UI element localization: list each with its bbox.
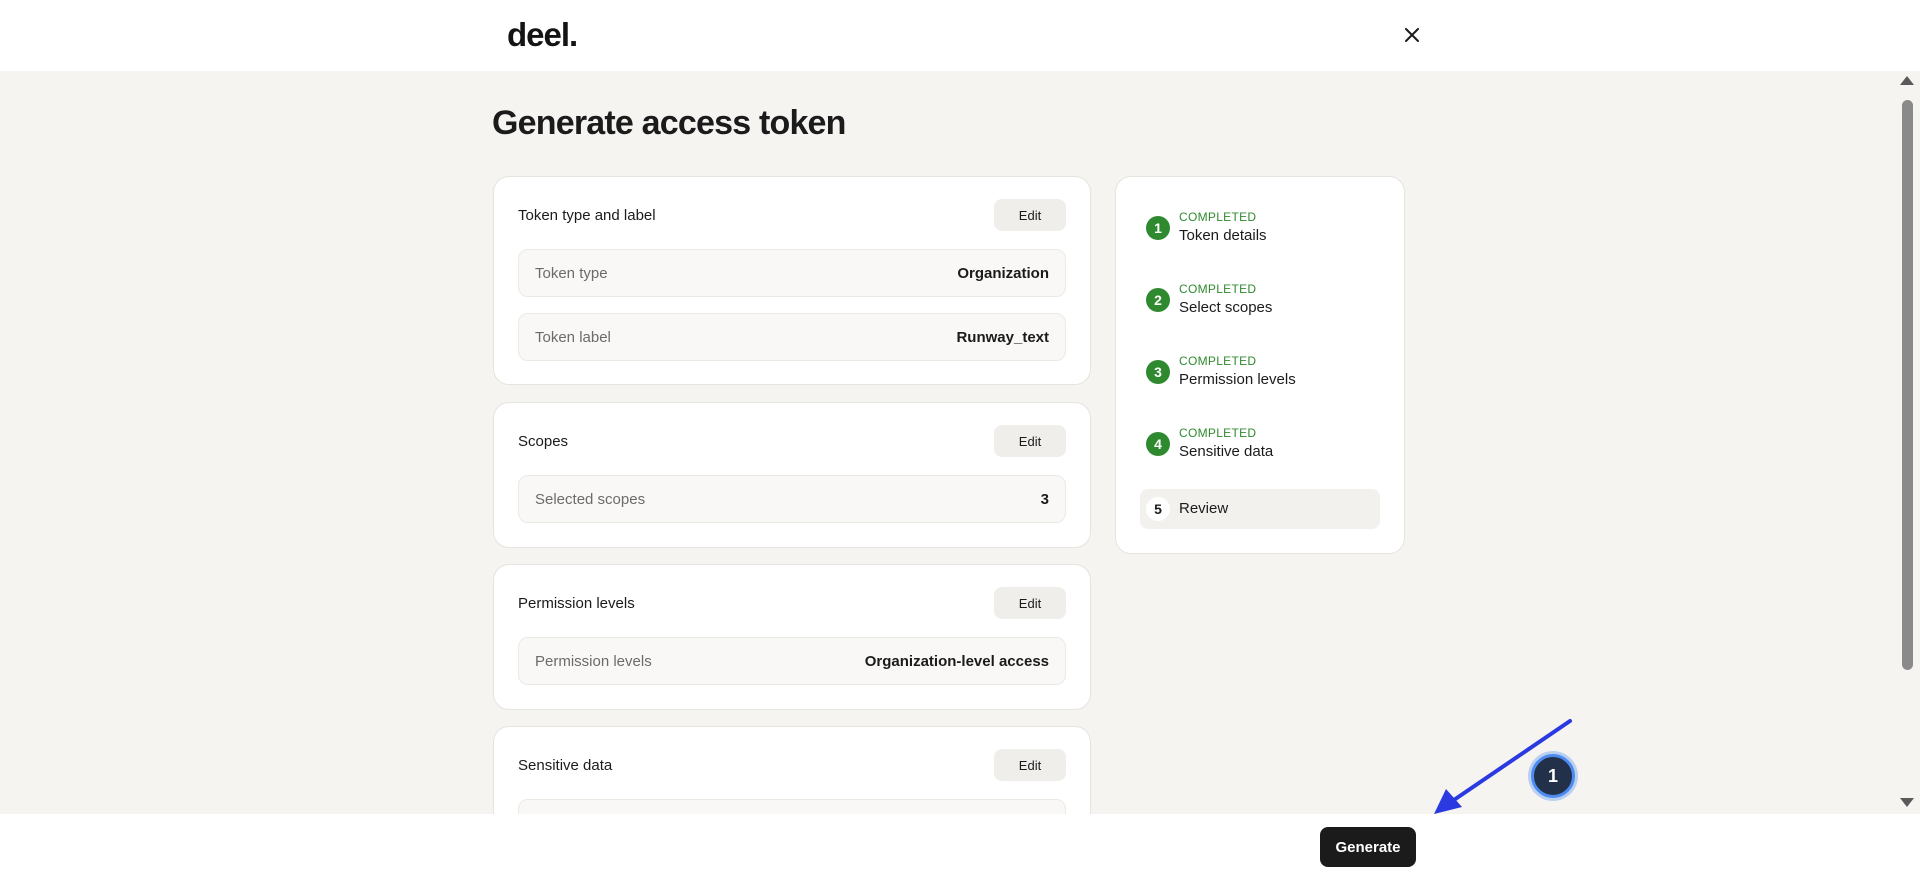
card-sensitive-data: Sensitive data Edit xyxy=(493,726,1091,814)
row-label: Selected scopes xyxy=(535,490,646,508)
annotation-badge: 1 xyxy=(1531,754,1575,798)
page-title: Generate access token xyxy=(492,104,846,142)
row-value: Organization-level access xyxy=(864,652,1049,670)
sensitive-data-row xyxy=(518,799,1066,814)
row-value: Runway_text xyxy=(956,328,1049,346)
card-header: Token type and label Edit xyxy=(518,199,1066,231)
step-number: 3 xyxy=(1146,359,1170,384)
progress-stepper: 1 COMPLETED Token details 2 COMPLETED Se… xyxy=(1115,176,1405,554)
card-header: Sensitive data Edit xyxy=(518,749,1066,781)
card-title: Permission levels xyxy=(518,594,635,612)
edit-token-button[interactable]: Edit xyxy=(994,199,1066,231)
card-title: Scopes xyxy=(518,432,569,450)
card-header: Scopes Edit xyxy=(518,425,1066,457)
top-bar: deel. xyxy=(0,0,1920,71)
step-status: COMPLETED xyxy=(1179,426,1257,440)
step-name: Permission levels xyxy=(1179,371,1296,388)
step-number: 2 xyxy=(1146,287,1170,312)
step-number: 1 xyxy=(1146,215,1170,240)
step-token-details[interactable]: 1 COMPLETED Token details xyxy=(1146,209,1267,246)
step-number: 4 xyxy=(1146,431,1170,456)
scroll-down-arrow-icon[interactable] xyxy=(1900,798,1914,807)
step-status: COMPLETED xyxy=(1179,282,1257,296)
step-status: COMPLETED xyxy=(1179,354,1257,368)
step-number: 5 xyxy=(1146,497,1170,521)
row-value: Organization xyxy=(957,264,1049,282)
step-status: COMPLETED xyxy=(1179,210,1257,224)
row-value: 3 xyxy=(1040,490,1049,508)
step-review[interactable]: 5 Review xyxy=(1140,489,1380,529)
generate-button[interactable]: Generate xyxy=(1320,827,1416,867)
edit-scopes-button[interactable]: Edit xyxy=(994,425,1066,457)
step-text: COMPLETED Select scopes xyxy=(1179,281,1272,318)
step-text: COMPLETED Permission levels xyxy=(1179,353,1296,390)
step-select-scopes[interactable]: 2 COMPLETED Select scopes xyxy=(1146,281,1272,318)
step-permission-levels[interactable]: 3 COMPLETED Permission levels xyxy=(1146,353,1296,390)
step-name: Review xyxy=(1179,500,1229,517)
step-sensitive-data[interactable]: 4 COMPLETED Sensitive data xyxy=(1146,425,1273,462)
step-name: Token details xyxy=(1179,227,1267,244)
deel-logo[interactable]: deel. xyxy=(507,16,578,54)
footer-bar xyxy=(0,814,1920,878)
card-title: Token type and label xyxy=(518,206,656,224)
scroll-up-arrow-icon[interactable] xyxy=(1900,76,1914,85)
close-icon xyxy=(1405,28,1419,42)
step-name: Sensitive data xyxy=(1179,443,1274,460)
card-title: Sensitive data xyxy=(518,756,613,774)
row-label: Permission levels xyxy=(535,652,652,670)
step-text: COMPLETED Sensitive data xyxy=(1179,425,1273,462)
permission-levels-row: Permission levels Organization-level acc… xyxy=(518,637,1066,685)
row-label: Token type xyxy=(535,264,608,282)
edit-sensitive-button[interactable]: Edit xyxy=(994,749,1066,781)
card-header: Permission levels Edit xyxy=(518,587,1066,619)
card-permission-levels: Permission levels Edit Permission levels… xyxy=(493,564,1091,710)
close-button[interactable] xyxy=(1398,21,1426,49)
card-scopes: Scopes Edit Selected scopes 3 xyxy=(493,402,1091,548)
step-name: Select scopes xyxy=(1179,299,1273,316)
step-text: COMPLETED Token details xyxy=(1179,209,1267,246)
card-token-type-label: Token type and label Edit Token type Org… xyxy=(493,176,1091,385)
row-label: Token label xyxy=(535,328,611,346)
edit-permissions-button[interactable]: Edit xyxy=(994,587,1066,619)
token-label-row: Token label Runway_text xyxy=(518,313,1066,361)
selected-scopes-row: Selected scopes 3 xyxy=(518,475,1066,523)
scrollbar-thumb[interactable] xyxy=(1902,100,1913,670)
token-type-row: Token type Organization xyxy=(518,249,1066,297)
